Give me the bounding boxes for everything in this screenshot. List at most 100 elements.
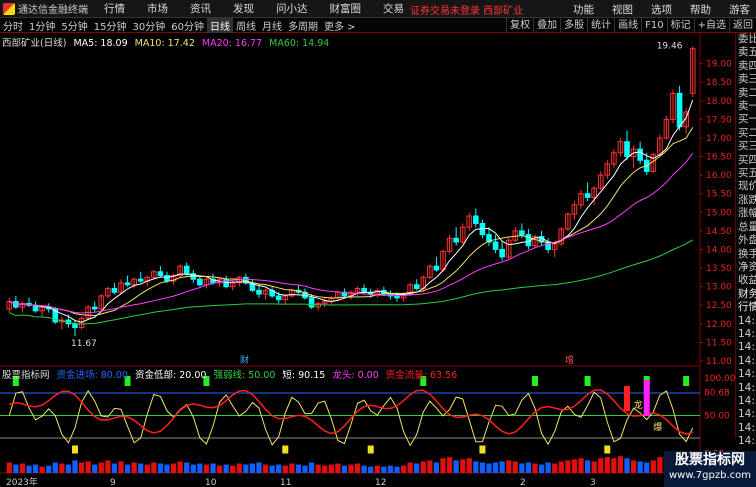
- ind-fund-entry: 资金进场: 80.00: [56, 370, 128, 381]
- ind-fund-flow: 资金流量: 63.56: [385, 370, 458, 381]
- volume-bar: [624, 458, 630, 473]
- menu-item-news[interactable]: 资讯: [190, 1, 211, 16]
- side-net-assets: 净资: [738, 260, 756, 273]
- tool-multistock[interactable]: 多股: [560, 18, 587, 33]
- indicator-name[interactable]: 股票指标网: [2, 370, 50, 381]
- signal-yellow: [72, 445, 78, 454]
- menu-item-discover[interactable]: 发现: [233, 1, 254, 16]
- price-tick-label: 12.00: [706, 320, 732, 330]
- period-60min[interactable]: 60分钟: [168, 18, 207, 33]
- trade-login-notice[interactable]: 证券交易未登录 西部矿业: [410, 2, 523, 17]
- financial-marker: 财: [240, 354, 249, 366]
- volume-bar: [230, 465, 236, 473]
- period-daily[interactable]: 日线: [206, 17, 233, 33]
- volume-bar: [276, 464, 282, 473]
- period-1min[interactable]: 1分钟: [26, 18, 58, 33]
- volume-bar: [78, 462, 85, 473]
- volume-bar: [223, 464, 229, 473]
- volume-bar: [197, 463, 203, 473]
- volume-bar: [538, 464, 545, 473]
- volume-bar: [584, 460, 591, 473]
- candle-body: [361, 288, 367, 293]
- candle-body: [256, 289, 262, 295]
- candlesticks: [6, 46, 696, 337]
- indicator-lines: 龙爆: [0, 376, 700, 454]
- candle-body: [624, 141, 630, 158]
- signal-yellow: [479, 445, 486, 454]
- volume-bar: [72, 460, 78, 473]
- period-tick[interactable]: 分时: [0, 18, 26, 33]
- period-more[interactable]: 更多 >: [321, 18, 359, 33]
- volume-bar: [138, 463, 144, 473]
- candle-body: [492, 241, 499, 250]
- ind-fund-bottom: 资金低部: 20.00: [135, 370, 207, 381]
- volume-bar: [499, 461, 505, 473]
- side-tab-quotes[interactable]: 行情: [736, 301, 756, 314]
- menu-item-wealth[interactable]: 财富圈: [330, 1, 362, 16]
- volume-bar: [190, 464, 196, 473]
- volume-bar: [302, 465, 308, 473]
- menu-item-ask[interactable]: 问小达: [276, 1, 308, 16]
- volume-bar: [65, 464, 72, 473]
- period-5min[interactable]: 5分钟: [58, 18, 90, 33]
- side-bid2: 买二: [738, 126, 756, 139]
- volume-bar: [552, 463, 558, 473]
- tool-stats[interactable]: 统计: [587, 18, 614, 33]
- tool-mark[interactable]: 标记: [666, 18, 694, 33]
- signal-yellow: [367, 445, 374, 454]
- volume-bar: [269, 465, 275, 473]
- volume-bar: [335, 463, 341, 473]
- volume-bar: [124, 464, 131, 473]
- menu-guest[interactable]: 游客: [729, 2, 750, 17]
- price-tick-label: 11.00: [706, 357, 732, 367]
- volume-bar: [460, 459, 466, 473]
- side-tab-finance[interactable]: 财务: [736, 288, 756, 301]
- price-tick-label: 12.50: [706, 301, 732, 311]
- tool-draw[interactable]: 画线: [614, 18, 641, 33]
- period-monthly[interactable]: 月线: [259, 18, 285, 33]
- side-bid1: 买一: [738, 113, 756, 126]
- tool-back[interactable]: 返回: [729, 18, 756, 33]
- menu-item-trade[interactable]: 交易: [383, 1, 404, 16]
- period-multi[interactable]: 多周期: [285, 18, 321, 33]
- volume-bar: [184, 462, 190, 473]
- tool-overlay[interactable]: 叠加: [533, 18, 560, 33]
- tool-f10[interactable]: F10: [641, 18, 666, 33]
- side-turnover: 换手: [738, 247, 756, 260]
- volume-bar: [32, 464, 39, 473]
- menu-help[interactable]: 帮助: [690, 2, 711, 17]
- volume-bar: [400, 465, 407, 473]
- signal-green: [584, 376, 591, 386]
- menu-bar: 通达信金融终端 行情 市场 资讯 发现 问小达 财富圈 交易 证券交易未登录 西…: [0, 0, 756, 18]
- ma-legend: 西部矿业(日线) MA5: 18.09 MA10: 17.42 MA20: 16…: [2, 35, 333, 49]
- side-tick-time: 14:50: [738, 421, 756, 434]
- volume-bar: [118, 461, 124, 473]
- menu-item-market[interactable]: 市场: [147, 1, 168, 16]
- date-tick-label: 2: [520, 478, 526, 487]
- side-ask3: 卖三: [738, 73, 756, 86]
- candle-body: [637, 148, 643, 161]
- indicator-tick-label: 80.68: [704, 388, 730, 398]
- period-15min[interactable]: 15分钟: [91, 18, 130, 33]
- volume-bar: [394, 466, 400, 473]
- period-30min[interactable]: 30分钟: [129, 18, 168, 33]
- tool-adjust[interactable]: 复权: [506, 18, 533, 33]
- date-tick-label: 10: [205, 478, 217, 487]
- menu-options[interactable]: 选项: [651, 2, 672, 17]
- price-tick-label: 15.50: [706, 190, 732, 200]
- menu-item-quotes[interactable]: 行情: [104, 1, 125, 16]
- volume-bar: [151, 462, 157, 473]
- signal-green: [683, 376, 690, 386]
- tool-add-watchlist[interactable]: +自选: [693, 18, 729, 33]
- price-tick-label: 16.50: [706, 153, 732, 163]
- menu-view[interactable]: 视图: [612, 2, 633, 17]
- volume-bar: [387, 465, 394, 473]
- stock-name[interactable]: 西部矿业(日线): [2, 38, 66, 49]
- menu-function[interactable]: 功能: [573, 2, 594, 17]
- side-ask5: 卖五: [738, 46, 756, 59]
- volume-bar: [466, 458, 472, 473]
- period-weekly[interactable]: 周线: [233, 18, 259, 33]
- kline-chart[interactable]: 龙爆 19.00 18.50 18.00 17.50 17.00 16.50 16.00 15…: [0, 33, 735, 487]
- volume-bar: [92, 464, 98, 473]
- volume-bar: [473, 461, 479, 473]
